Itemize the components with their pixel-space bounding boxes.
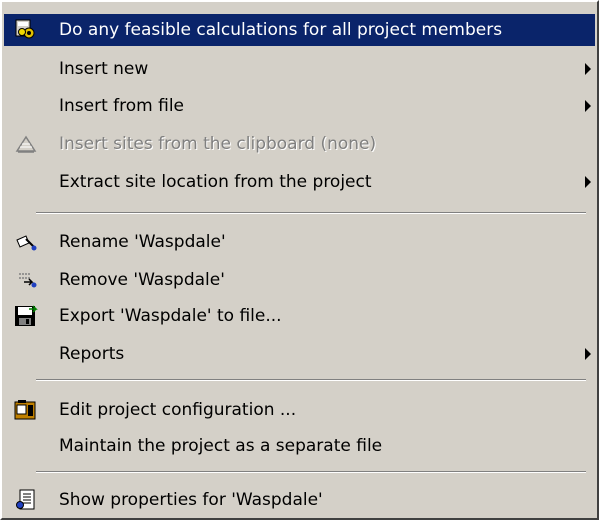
submenu-arrow-icon [585, 100, 591, 112]
export-floppy-icon [14, 305, 38, 327]
remove-icon [14, 269, 38, 291]
project-config-icon [14, 399, 38, 421]
menu-item-label: Rename 'Waspdale' [59, 232, 226, 252]
menu-item-edit-project-config[interactable]: Edit project configuration ... [4, 394, 595, 426]
menu-item-show-properties[interactable]: Show properties for 'Waspdale' [4, 484, 595, 516]
menu-item-insert-from-file[interactable]: Insert from file [4, 90, 595, 122]
menu-item-insert-sites-clipboard: Insert sites from the clipboard (none) [4, 128, 595, 160]
menu-item-label: Show properties for 'Waspdale' [59, 490, 323, 510]
menu-item-label: Reports [59, 344, 125, 364]
context-menu: Do any feasible calculations for all pro… [0, 0, 599, 520]
submenu-arrow-icon [585, 176, 591, 188]
submenu-arrow-icon [585, 63, 591, 75]
menu-separator [36, 212, 586, 214]
menu-item-reports[interactable]: Reports [4, 338, 595, 370]
menu-item-insert-new[interactable]: Insert new [4, 53, 595, 85]
menu-item-rename[interactable]: Rename 'Waspdale' [4, 226, 595, 258]
menu-item-label: Insert sites from the clipboard (none) [59, 134, 377, 154]
menu-item-label: Do any feasible calculations for all pro… [59, 20, 503, 40]
menu-separator [36, 379, 586, 381]
calculator-gears-icon [14, 19, 38, 41]
submenu-arrow-icon [585, 348, 591, 360]
menu-item-label: Remove 'Waspdale' [59, 270, 225, 290]
menu-item-extract-site-location[interactable]: Extract site location from the project [4, 166, 595, 198]
rename-pencil-icon [14, 231, 38, 253]
clipboard-sites-icon [14, 133, 38, 155]
menu-item-do-calculations[interactable]: Do any feasible calculations for all pro… [4, 14, 595, 46]
menu-item-label: Maintain the project as a separate file [59, 436, 383, 456]
menu-item-label: Extract site location from the project [59, 172, 372, 192]
menu-item-maintain-separate-file[interactable]: Maintain the project as a separate file [4, 430, 595, 462]
properties-sheet-icon [14, 489, 38, 511]
menu-item-label: Insert new [59, 59, 149, 79]
menu-item-export[interactable]: Export 'Waspdale' to file... [4, 300, 595, 332]
menu-item-label: Edit project configuration ... [59, 400, 297, 420]
menu-separator [36, 471, 586, 473]
menu-item-label: Export 'Waspdale' to file... [59, 306, 282, 326]
menu-item-label: Insert from file [59, 96, 185, 116]
menu-item-remove[interactable]: Remove 'Waspdale' [4, 264, 595, 296]
